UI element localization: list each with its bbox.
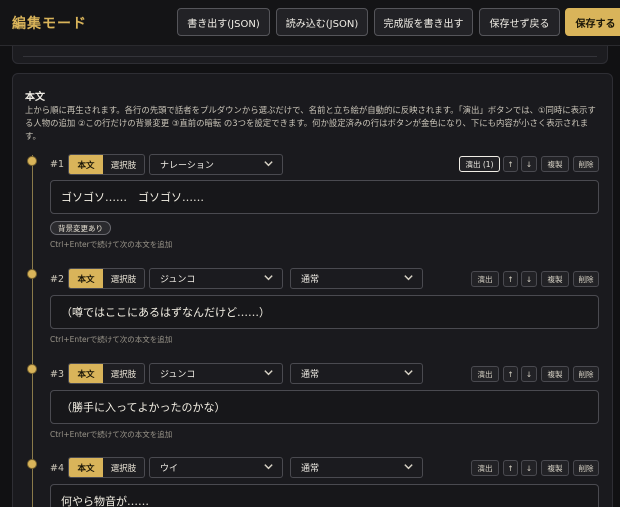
- chevron-down-icon: [404, 275, 413, 281]
- speaker-select-value: ジュンコ: [160, 370, 196, 380]
- chevron-down-icon: [404, 370, 413, 376]
- top-bar: 編集モード 書き出す(JSON) 読み込む(JSON) 完成版を書き出す 保存せ…: [0, 0, 620, 46]
- mode-body-button[interactable]: 本文: [69, 364, 103, 383]
- mode-body-button[interactable]: 本文: [69, 269, 103, 288]
- mode-body-button[interactable]: 本文: [69, 458, 103, 477]
- mode-toggle: 本文 選択肢: [68, 457, 145, 478]
- speaker-select-value: ウイ: [160, 464, 179, 474]
- mode-toggle: 本文 選択肢: [68, 268, 145, 289]
- chevron-down-icon: [264, 161, 273, 167]
- timeline-dot: [27, 364, 37, 374]
- speaker-select[interactable]: ジュンコ: [149, 268, 283, 289]
- speaker-select[interactable]: ジュンコ: [149, 363, 283, 384]
- exit-without-save-button[interactable]: 保存せず戻る: [479, 8, 560, 36]
- duplicate-button[interactable]: 複製: [541, 271, 569, 287]
- timeline-dot: [27, 269, 37, 279]
- chevron-down-icon: [264, 464, 273, 470]
- expression-select[interactable]: 通常: [290, 363, 423, 384]
- row-number: #1: [50, 159, 65, 170]
- mode-body-button[interactable]: 本文: [69, 155, 103, 174]
- line-text-input[interactable]: （噂ではここにあるはずなんだけど……）: [50, 295, 599, 329]
- effects-button[interactable]: 演出: [471, 460, 499, 476]
- effects-button[interactable]: 演出: [471, 366, 499, 382]
- background-change-badge: 背景変更あり: [50, 221, 111, 235]
- effects-button[interactable]: 演出: [471, 271, 499, 287]
- move-up-button[interactable]: ↑: [503, 366, 518, 382]
- mode-choice-button[interactable]: 選択肢: [103, 155, 144, 174]
- mode-choice-button[interactable]: 選択肢: [103, 458, 144, 477]
- expression-select-value: 通常: [301, 275, 320, 285]
- line-text-input[interactable]: （勝手に入ってよかったのかな）: [50, 390, 599, 424]
- mode-toggle: 本文 選択肢: [68, 363, 145, 384]
- row-number: #3: [50, 369, 65, 380]
- chevron-down-icon: [264, 275, 273, 281]
- delete-button[interactable]: 削除: [573, 366, 599, 382]
- import-json-button[interactable]: 読み込む(JSON): [276, 8, 368, 36]
- move-down-button[interactable]: ↓: [521, 366, 537, 382]
- speaker-select[interactable]: ナレーション: [149, 154, 283, 175]
- duplicate-button[interactable]: 複製: [541, 156, 569, 172]
- export-final-button[interactable]: 完成版を書き出す: [374, 8, 473, 36]
- export-json-button[interactable]: 書き出す(JSON): [177, 8, 270, 36]
- timeline-dot: [27, 459, 37, 469]
- delete-button[interactable]: 削除: [573, 271, 599, 287]
- move-down-button[interactable]: ↓: [521, 156, 537, 172]
- section-title: 本文: [25, 92, 45, 103]
- speaker-select[interactable]: ウイ: [149, 457, 283, 478]
- mode-choice-button[interactable]: 選択肢: [103, 269, 144, 288]
- effects-button[interactable]: 演出 (1): [459, 156, 500, 172]
- line-text-input[interactable]: 何やら物音が……: [50, 484, 599, 507]
- speaker-select-value: ジュンコ: [160, 275, 196, 285]
- expression-select[interactable]: 通常: [290, 457, 423, 478]
- move-up-button[interactable]: ↑: [503, 460, 518, 476]
- duplicate-button[interactable]: 複製: [541, 366, 569, 382]
- chevron-down-icon: [404, 464, 413, 470]
- add-next-hint: Ctrl+Enterで続けて次の本文を追加: [50, 240, 173, 249]
- previous-panel-bottom: [12, 46, 608, 64]
- row-number: #4: [50, 463, 65, 474]
- move-down-button[interactable]: ↓: [521, 271, 537, 287]
- move-up-button[interactable]: ↑: [503, 156, 518, 172]
- mode-choice-button[interactable]: 選択肢: [103, 364, 144, 383]
- move-down-button[interactable]: ↓: [521, 460, 537, 476]
- delete-button[interactable]: 削除: [573, 460, 599, 476]
- duplicate-button[interactable]: 複製: [541, 460, 569, 476]
- expression-select-value: 通常: [301, 370, 320, 380]
- chevron-down-icon: [264, 370, 273, 376]
- line-text-input[interactable]: ゴソゴソ…… ゴソゴソ……: [50, 180, 599, 214]
- delete-button[interactable]: 削除: [573, 156, 599, 172]
- timeline-dot: [27, 156, 37, 166]
- move-up-button[interactable]: ↑: [503, 271, 518, 287]
- expression-select[interactable]: 通常: [290, 268, 423, 289]
- section-description: 上から順に再生されます。各行の先頭で話者をプルダウンから選ぶだけで、名前と立ち絵…: [25, 105, 596, 141]
- body-section-panel: 本文 上から順に再生されます。各行の先頭で話者をプルダウンから選ぶだけで、名前と…: [12, 73, 613, 507]
- expression-select-value: 通常: [301, 464, 320, 474]
- save-button[interactable]: 保存する: [565, 8, 620, 36]
- speaker-select-value: ナレーション: [160, 161, 214, 171]
- mode-toggle: 本文 選択肢: [68, 154, 145, 175]
- add-next-hint: Ctrl+Enterで続けて次の本文を追加: [50, 430, 173, 439]
- timeline-line: [32, 155, 33, 507]
- row-number: #2: [50, 274, 65, 285]
- page-title: 編集モード: [12, 16, 87, 32]
- add-next-hint: Ctrl+Enterで続けて次の本文を追加: [50, 335, 173, 344]
